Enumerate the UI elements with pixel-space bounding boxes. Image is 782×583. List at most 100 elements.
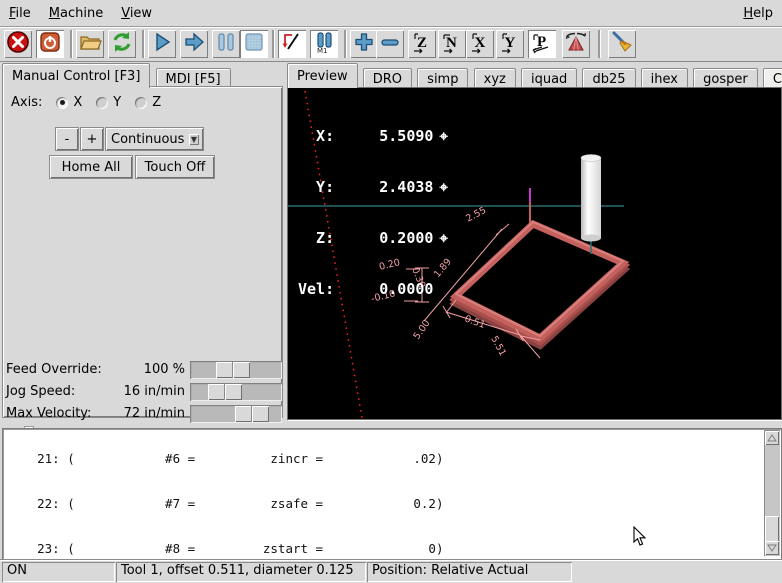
menu-machine[interactable]: Machine: [40, 2, 112, 25]
homed-icon: ⌖: [439, 128, 447, 145]
machine-state-status: ON: [2, 562, 115, 582]
dro-y-label: Y:: [298, 179, 334, 196]
menu-help[interactable]: Help: [734, 2, 782, 25]
view-z-button[interactable]: Z: [408, 30, 436, 58]
view-z2-button[interactable]: N: [438, 30, 466, 58]
gcode-listing[interactable]: 21: ( #6 = zincr = .02) 22: ( #7 = zsafe…: [2, 428, 782, 560]
open-folder-icon: [78, 30, 102, 58]
menu-bar: File Machine View Help: [0, 0, 782, 27]
touch-off-button[interactable]: Touch Off: [135, 155, 215, 179]
broom-icon: [610, 30, 634, 58]
toolbar: M1 Z N X Y P: [0, 27, 782, 62]
svg-text:Y: Y: [505, 35, 516, 51]
jog-minus-button[interactable]: -: [55, 127, 79, 151]
max-velocity-value: 72 in/min: [100, 406, 185, 421]
view-x-button[interactable]: X: [466, 30, 494, 58]
homed-icon: ⌖: [439, 230, 447, 247]
stop-icon: [242, 30, 266, 58]
rotate-view-button[interactable]: [562, 30, 590, 58]
dro-z-value: 0.2000: [334, 230, 433, 247]
power-icon: [38, 30, 62, 58]
scrollbar-thumb[interactable]: [765, 516, 779, 542]
view-x-icon: X: [468, 30, 492, 58]
max-velocity-label: Max Velocity:: [6, 406, 91, 421]
skip-lines-icon: [280, 30, 304, 58]
reload-button[interactable]: [108, 30, 136, 58]
rotate-cone-icon: [564, 30, 588, 58]
preview-3d-canvas[interactable]: 2.55 1.89 0.20 0.30 -0.10 5.00 0.51 5.51…: [287, 87, 782, 420]
skip-lines-toggle[interactable]: [278, 30, 306, 58]
tab-manual-control[interactable]: Manual Control [F3]: [2, 63, 150, 88]
axis-x-radio[interactable]: X: [56, 95, 82, 110]
dro-readout: X:5.5090⌖ Y:2.4038⌖ Z:0.2000⌖ Vel:0.0000: [298, 94, 448, 332]
home-all-button[interactable]: Home All: [49, 155, 133, 179]
dro-x-value: 5.5090: [334, 128, 433, 145]
axis-x-label: X: [73, 95, 82, 110]
jog-mode-value: Continuous: [111, 132, 184, 147]
scrollbar-down-arrow[interactable]: [765, 541, 779, 555]
view-z2-icon: N: [440, 30, 464, 58]
axis-z-label: Z: [152, 95, 161, 110]
machine-power-button[interactable]: [36, 30, 64, 58]
view-y-button[interactable]: Y: [496, 30, 524, 58]
gcode-line[interactable]: 21: ( #6 = zincr = .02): [7, 451, 489, 466]
jog-plus-button[interactable]: +: [80, 127, 104, 151]
menu-file[interactable]: File: [0, 2, 40, 25]
dro-z-label: Z:: [298, 230, 334, 247]
arrow-right-icon: [182, 30, 206, 58]
pause-icon: [214, 30, 238, 58]
zoom-in-button[interactable]: [350, 30, 378, 58]
feed-override-label: Feed Override:: [6, 362, 102, 377]
radio-indicator: [135, 97, 147, 109]
jog-speed-value: 16 in/min: [100, 384, 185, 399]
optional-pause-toggle[interactable]: M1: [310, 30, 338, 58]
step-button[interactable]: [180, 30, 208, 58]
estop-button[interactable]: [4, 30, 32, 58]
slider-handle[interactable]: [216, 362, 250, 378]
chevron-down-icon: ▼: [189, 134, 199, 145]
svg-text:X: X: [475, 35, 486, 51]
open-file-button[interactable]: [76, 30, 104, 58]
gcode-scrollbar[interactable]: [764, 430, 780, 556]
tab-preview[interactable]: Preview: [287, 63, 358, 88]
svg-text:5.51: 5.51: [488, 334, 508, 358]
position-mode-status: Position: Relative Actual: [367, 562, 572, 582]
dro-y-value: 2.4038: [334, 179, 433, 196]
view-y-icon: Y: [498, 30, 522, 58]
zoom-out-button[interactable]: [376, 30, 404, 58]
pause-button[interactable]: [212, 30, 240, 58]
slider-handle[interactable]: [235, 406, 269, 422]
stop-button[interactable]: [240, 30, 268, 58]
svg-text:Z: Z: [417, 35, 427, 51]
axis-y-label: Y: [113, 95, 121, 110]
svg-text:2.55: 2.55: [464, 205, 488, 225]
scrollbar-up-arrow[interactable]: [765, 431, 779, 445]
plus-icon: [352, 30, 376, 58]
gcode-line[interactable]: 22: ( #7 = zsafe = 0.2): [7, 496, 489, 511]
toolbar-separator: [598, 30, 601, 58]
preview-panel: Preview DRO simp xyz iquad db25 ihex gos…: [285, 62, 782, 422]
axis-label: Axis:: [11, 95, 42, 110]
run-button[interactable]: [148, 30, 176, 58]
minus-icon: [378, 30, 402, 58]
clear-plot-button[interactable]: [608, 30, 636, 58]
slider-handle[interactable]: [208, 384, 242, 400]
view-p-icon: P: [530, 30, 554, 58]
dro-x-label: X:: [298, 128, 334, 145]
homed-icon: ⌖: [439, 179, 447, 196]
dro-vel-label: Vel:: [298, 281, 334, 298]
svg-text:M1: M1: [317, 47, 328, 54]
max-velocity-slider[interactable]: [190, 405, 282, 423]
view-p-button[interactable]: P: [528, 30, 556, 58]
jog-mode-dropdown[interactable]: Continuous ▼: [105, 127, 204, 151]
toolbar-separator: [142, 30, 145, 58]
axis-y-radio[interactable]: Y: [96, 95, 121, 110]
gcode-lines: 21: ( #6 = zincr = .02) 22: ( #7 = zsafe…: [7, 428, 489, 560]
gcode-line[interactable]: 23: ( #8 = zstart = 0): [7, 541, 489, 556]
jog-speed-slider[interactable]: [190, 383, 282, 401]
play-icon: [150, 30, 174, 58]
feed-override-slider[interactable]: [190, 361, 282, 379]
estop-icon: [6, 30, 30, 58]
axis-z-radio[interactable]: Z: [135, 95, 161, 110]
menu-view[interactable]: View: [112, 2, 161, 25]
